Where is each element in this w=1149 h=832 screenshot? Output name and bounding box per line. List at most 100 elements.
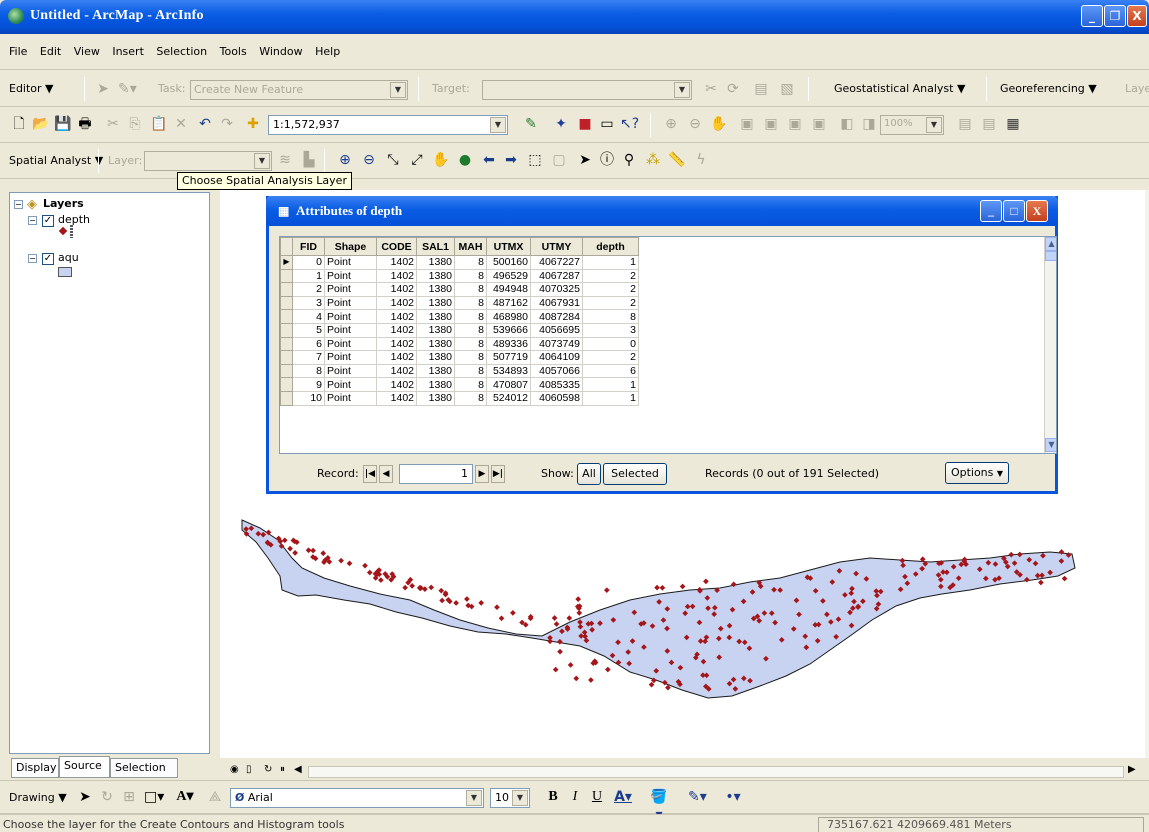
table-cell[interactable]: 8 (454, 377, 487, 392)
menu-window[interactable]: Window (259, 45, 302, 58)
table-cell[interactable]: 470807 (486, 377, 531, 392)
dialog-minimize-button[interactable]: _ (980, 200, 1002, 222)
scroll-right-icon[interactable]: ▶ (1128, 764, 1136, 775)
table-cell[interactable]: 8 (454, 268, 487, 284)
table-row[interactable]: 5 Point 1402 1380 8 539666 4056695 3 (280, 322, 639, 338)
table-cell[interactable]: 4070325 (530, 282, 583, 297)
change-layout-icon[interactable]: ▦ (1004, 115, 1022, 133)
save-icon[interactable]: 💾 (54, 115, 72, 133)
tab-selection[interactable]: Selection (110, 758, 178, 778)
collapse-aqu-icon[interactable]: − (28, 254, 37, 263)
editor-menu-button[interactable]: Editor ▼ (9, 82, 54, 95)
find-binoculars-icon[interactable]: ⚲ (620, 151, 638, 169)
layout-pan-icon[interactable]: ✋ (710, 115, 728, 133)
zoom-to-selected-icon[interactable]: ⊞ (120, 788, 138, 806)
row-selector[interactable] (280, 350, 293, 365)
go-to-xy-icon[interactable]: ⁂ (644, 151, 662, 169)
zoom-whole-page-icon[interactable]: ▣ (738, 115, 756, 133)
column-header-mah[interactable]: MAH (454, 237, 487, 256)
first-record-icon[interactable]: |◀ (363, 465, 377, 483)
layout-zoom-combo[interactable]: 100% ▼ (880, 115, 944, 135)
table-cell[interactable]: 1402 (376, 390, 417, 406)
table-cell[interactable]: 4060598 (530, 390, 583, 406)
aqu-polygon-symbol[interactable] (58, 267, 72, 277)
command-line-icon[interactable]: ▭ (598, 115, 616, 133)
row-selector[interactable] (280, 377, 293, 392)
histogram-icon[interactable]: ▙ (300, 151, 318, 169)
hyperlink-icon[interactable]: ϟ (692, 151, 710, 169)
table-cell[interactable]: Point (324, 309, 377, 324)
layers-root-label[interactable]: Layers (43, 197, 84, 210)
attributes-dialog-titlebar[interactable]: ▦ Attributes of depth _ □ X (266, 196, 1058, 226)
column-header-utmx[interactable]: UTMX (486, 237, 531, 256)
sketch-properties-icon[interactable]: ▧ (778, 80, 796, 98)
table-cell[interactable]: Point (324, 255, 377, 270)
layer-name-aqu[interactable]: aqu (58, 251, 79, 264)
table-cell[interactable]: 1402 (376, 322, 417, 338)
table-cell[interactable]: 8 (582, 309, 639, 324)
table-cell[interactable]: 4 (292, 309, 325, 324)
fill-color-icon[interactable]: 🪣▾ (650, 788, 668, 823)
table-cell[interactable]: 1380 (416, 363, 455, 379)
layout-zoom-out-icon[interactable]: ⊖ (686, 115, 704, 133)
table-cell[interactable]: 0 (582, 336, 639, 352)
toggle-draft-icon[interactable]: ▤ (956, 115, 974, 133)
attribute-table[interactable]: FID Shape CODE SAL1 MAH UTMX UTMY depth … (279, 236, 1057, 454)
map-vertical-scrollbar[interactable] (1145, 190, 1149, 758)
row-selector[interactable] (280, 322, 293, 338)
scroll-left-icon[interactable]: ◀ (294, 764, 302, 775)
table-row[interactable]: 1 Point 1402 1380 8 496529 4067287 2 (280, 268, 639, 284)
table-cell[interactable]: 494948 (486, 282, 531, 297)
edit-tool-icon[interactable]: ➤ (94, 80, 112, 98)
table-of-contents[interactable]: − ◈ Layers − ✓ depth − ✓ aqu (9, 192, 210, 754)
table-cell[interactable]: 496529 (486, 268, 531, 284)
forward-arrow-icon[interactable]: ➡ (502, 151, 520, 169)
table-cell[interactable]: 3 (292, 295, 325, 311)
new-document-icon[interactable]: 🗋 (10, 115, 28, 133)
table-cell[interactable]: 7 (292, 350, 325, 365)
table-cell[interactable]: 1380 (416, 390, 455, 406)
text-tool-icon[interactable]: A▾ (176, 788, 194, 806)
table-row[interactable]: 9 Point 1402 1380 8 470807 4085335 1 (280, 377, 639, 392)
table-cell[interactable]: 1402 (376, 268, 417, 284)
table-cell[interactable]: 489336 (486, 336, 531, 352)
layer-name-depth[interactable]: depth (58, 213, 90, 226)
contour-tool-icon[interactable]: ≋ (276, 151, 294, 169)
table-cell[interactable]: 4073749 (530, 336, 583, 352)
table-cell[interactable]: 1380 (416, 377, 455, 392)
cut-icon[interactable]: ✂ (104, 115, 122, 133)
next-extent-icon[interactable]: ◨ (860, 115, 878, 133)
row-selector[interactable] (280, 363, 293, 379)
table-cell[interactable]: 8 (454, 336, 487, 352)
table-cell[interactable]: 1402 (376, 336, 417, 352)
split-tool-icon[interactable]: ✂ (702, 80, 720, 98)
scroll-thumb[interactable] (1045, 251, 1056, 261)
table-cell[interactable]: 6 (582, 363, 639, 379)
bold-icon[interactable]: B (544, 788, 562, 806)
table-cell[interactable]: 0 (292, 255, 325, 270)
table-row[interactable]: 8 Point 1402 1380 8 534893 4057066 6 (280, 363, 639, 379)
copy-icon[interactable]: ⎘ (126, 115, 144, 133)
rotate-tool-icon[interactable]: ⟳ (724, 80, 742, 98)
scroll-up-icon[interactable]: ▲ (1045, 237, 1056, 251)
record-number-input[interactable]: 1 (399, 464, 473, 484)
font-color-icon[interactable]: A▾ (614, 788, 632, 806)
table-cell[interactable]: 524012 (486, 390, 531, 406)
depth-point-symbol[interactable] (58, 226, 68, 236)
table-cell[interactable]: 1402 (376, 377, 417, 392)
previous-record-icon[interactable]: ◀ (379, 465, 393, 483)
clear-selection-icon[interactable]: ▢ (550, 151, 568, 169)
table-cell[interactable]: 1380 (416, 322, 455, 338)
data-view-icon[interactable]: ◉ (230, 764, 239, 775)
table-cell[interactable]: 6 (292, 336, 325, 352)
previous-extent-icon[interactable]: ◧ (838, 115, 856, 133)
column-header-sal1[interactable]: SAL1 (416, 237, 455, 256)
table-cell[interactable]: 9 (292, 377, 325, 392)
font-size-dropdown[interactable]: 10 ▼ (490, 788, 530, 808)
measure-icon[interactable]: 📏 (668, 151, 686, 169)
minimize-button[interactable]: _ (1081, 5, 1103, 27)
map-horizontal-scrollbar[interactable] (308, 766, 1124, 778)
table-row[interactable]: 10 Point 1402 1380 8 524012 4060598 1 (280, 390, 639, 406)
sketch-tool-icon[interactable]: ✎▾ (118, 80, 137, 98)
line-color-icon[interactable]: ✎▾ (688, 788, 707, 806)
